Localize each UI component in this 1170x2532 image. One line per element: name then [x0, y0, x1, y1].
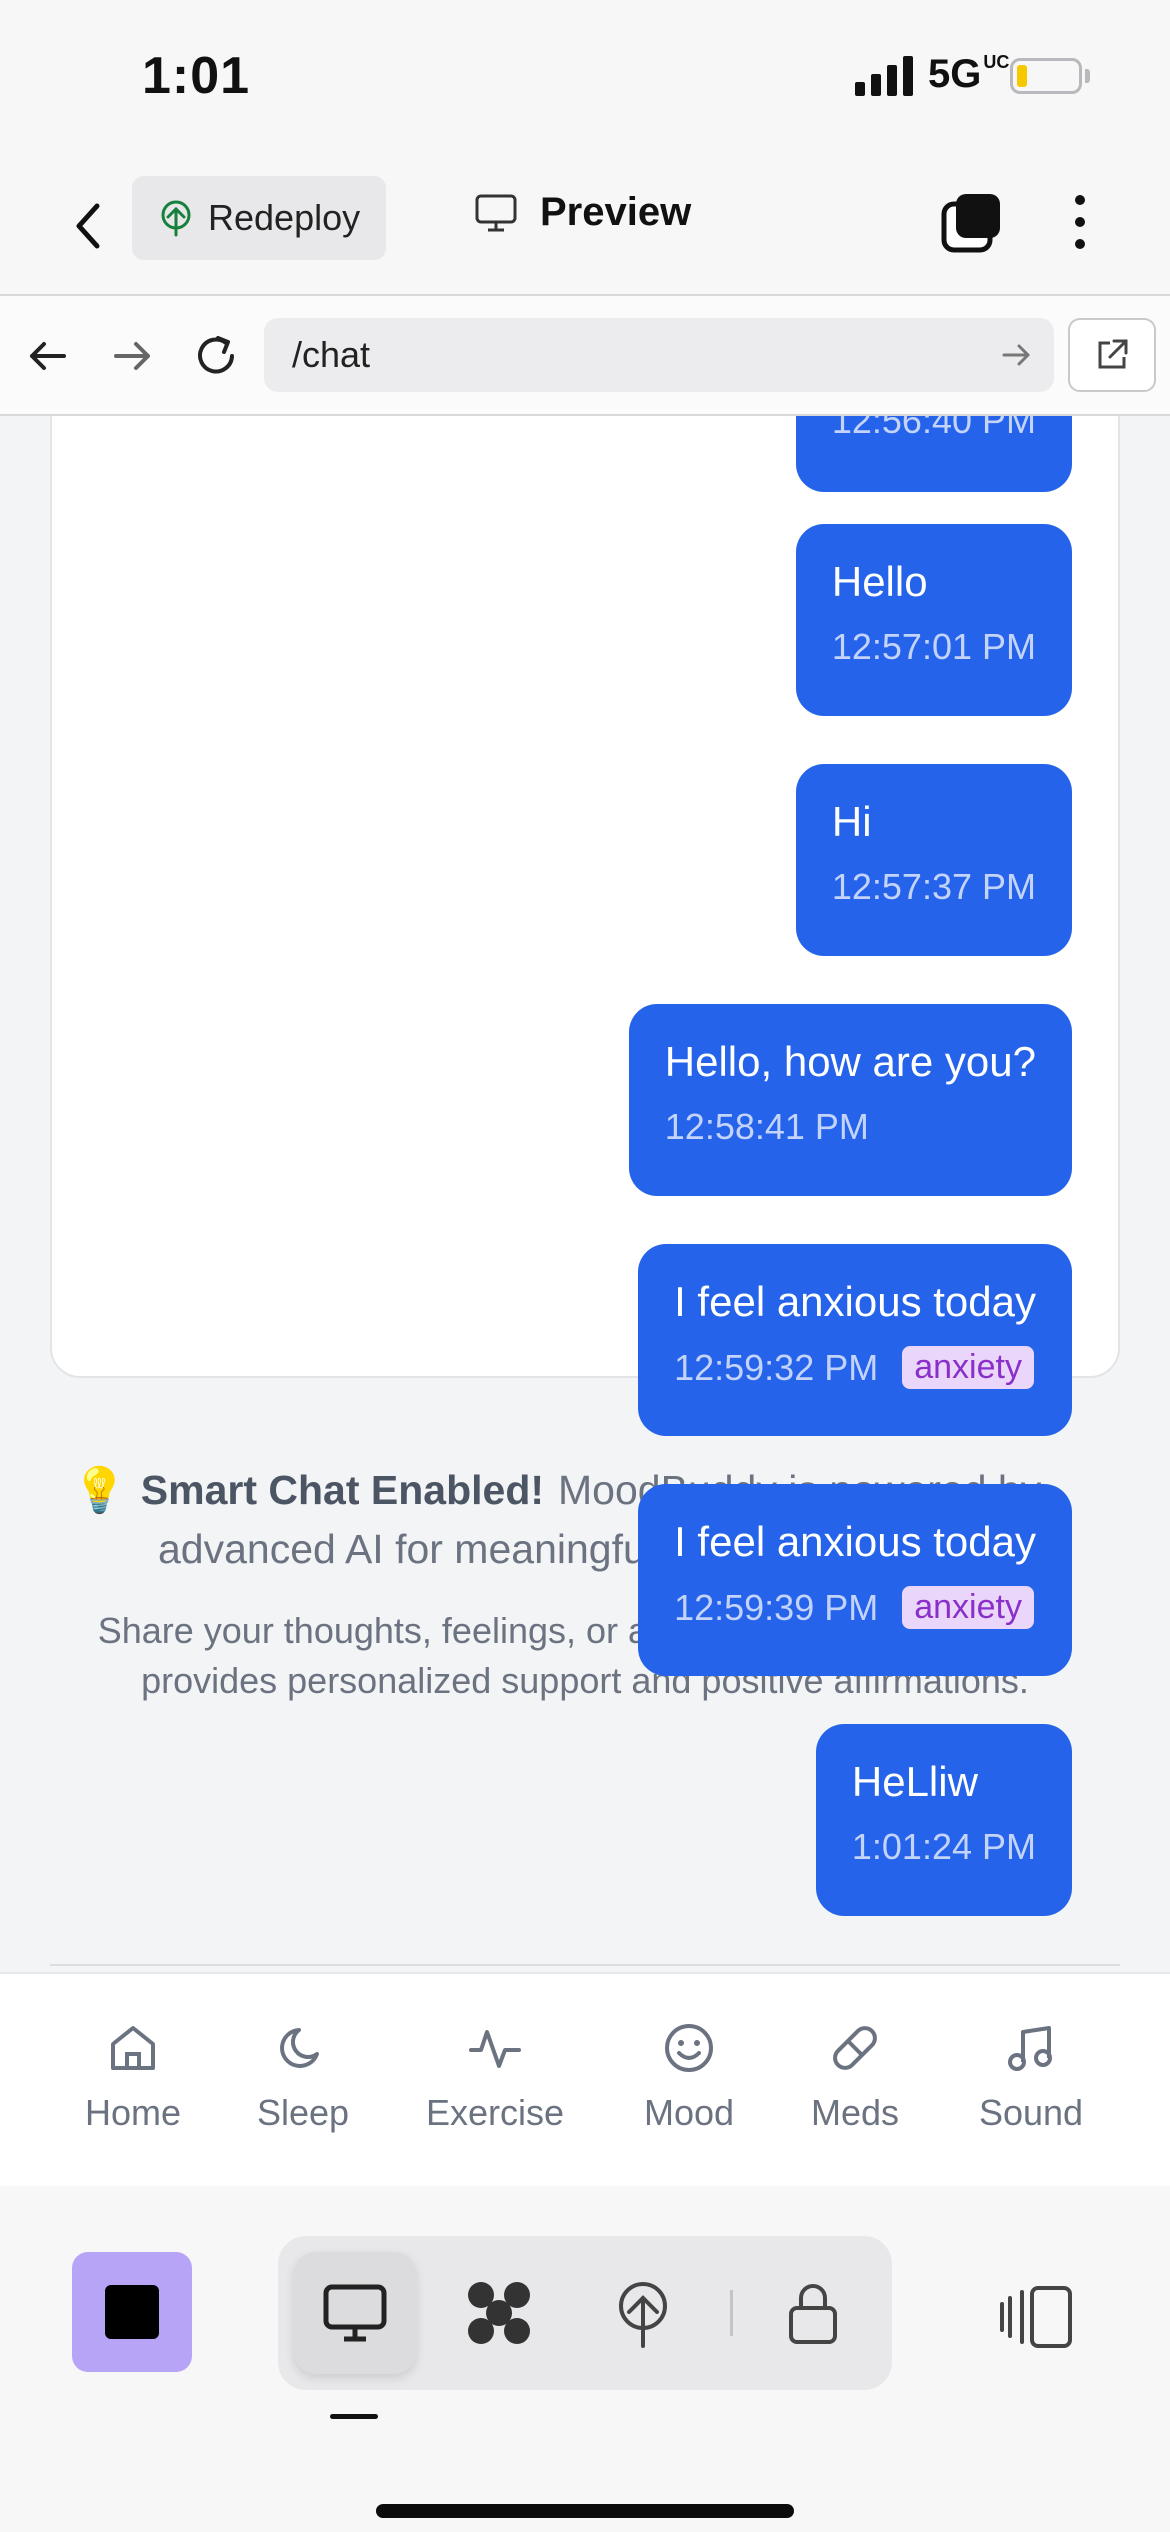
chat-bubble: HeLliw 1:01:24 PM — [815, 1724, 1072, 1916]
reload-icon[interactable] — [190, 330, 242, 382]
components-mode-button[interactable] — [438, 2252, 560, 2374]
lightbulb-icon: 💡 — [72, 1466, 127, 1515]
open-external-button[interactable] — [1068, 318, 1156, 392]
stop-button[interactable] — [72, 2252, 192, 2372]
arrow-right-icon[interactable] — [106, 330, 158, 382]
redeploy-label: Redeploy — [208, 197, 361, 238]
monitor-icon — [475, 194, 517, 231]
external-link-icon — [1098, 339, 1128, 369]
moon-icon — [280, 2028, 319, 2068]
redeploy-button[interactable]: Redeploy — [132, 176, 386, 260]
chat-bubble: Hello 12:57:01 PM — [795, 524, 1072, 716]
monitor-icon — [323, 2284, 387, 2342]
tabs-icon[interactable] — [940, 190, 1004, 254]
deploy-icon — [161, 200, 191, 237]
arrow-left-icon[interactable] — [22, 330, 74, 382]
nav-sound[interactable]: Sound — [946, 2018, 1116, 2134]
chat-bubble: Hello, how are you? 12:58:41 PM — [628, 1004, 1072, 1196]
lock-button[interactable] — [752, 2252, 874, 2374]
deploy-mode-button[interactable] — [582, 2252, 704, 2374]
browser-url-bar: /chat — [0, 296, 1170, 416]
battery-tip — [1085, 69, 1090, 83]
active-mode-indicator — [330, 2414, 378, 2419]
smart-chat-title: Smart Chat Enabled! — [140, 1466, 545, 1513]
nav-home[interactable]: Home — [48, 2018, 218, 2134]
message-text: Hello, how are you? — [664, 1038, 1036, 1085]
chat-bubble: I feel anxious today 12:59:32 PM anxiety — [638, 1244, 1072, 1436]
status-time: 1:01 — [142, 47, 251, 105]
stop-icon — [105, 2285, 159, 2339]
deploy-icon — [619, 2282, 667, 2348]
go-arrow-icon[interactable] — [998, 337, 1034, 373]
message-time: 12:57:37 PM — [831, 866, 1036, 907]
message-time: 12:56:40 PM — [831, 416, 1036, 441]
activity-icon — [469, 2030, 521, 2068]
top-bar: Redeploy Preview — [0, 160, 1170, 296]
home-indicator — [376, 2504, 794, 2518]
emotion-tag: anxiety — [902, 1346, 1034, 1389]
message-time: 12:58:41 PM — [664, 1106, 869, 1147]
more-vertical-icon[interactable] — [1064, 190, 1096, 254]
message-time: 1:01:24 PM — [851, 1826, 1036, 1867]
nav-label: Meds — [810, 2092, 900, 2133]
pill-icon — [833, 2026, 877, 2070]
lock-icon — [789, 2284, 837, 2344]
separator — [730, 2290, 733, 2336]
url-input[interactable]: /chat — [264, 318, 1054, 392]
nav-label: Sleep — [256, 2092, 350, 2133]
chat-page: 12:56:40 PM Hello 12:57:01 PM Hi 12:57:3… — [0, 416, 1170, 1972]
music-icon — [1008, 2026, 1052, 2071]
nav-label: Sound — [978, 2092, 1084, 2133]
preview-label: Preview — [540, 190, 692, 234]
message-text: I feel anxious today — [674, 1278, 1036, 1325]
view-mode-group — [278, 2236, 892, 2390]
status-bar: 1:01 5G UC — [0, 0, 1170, 160]
grid-blob-icon — [468, 2282, 530, 2344]
nav-sleep[interactable]: Sleep — [218, 2018, 388, 2134]
back-button[interactable] — [60, 194, 116, 258]
app-toolbar — [0, 2186, 1170, 2532]
preview-mode-button[interactable] — [294, 2252, 416, 2374]
home-icon — [111, 2026, 155, 2070]
nav-label: Home — [84, 2092, 182, 2133]
message-text: Hi — [831, 798, 872, 845]
nav-exercise[interactable]: Exercise — [410, 2018, 580, 2134]
url-text: /chat — [292, 334, 371, 375]
signal-icon — [855, 56, 913, 96]
message-text: I feel anxious today — [674, 1518, 1036, 1565]
chat-bubble-partial: 12:56:40 PM — [795, 416, 1072, 492]
message-time: 12:59:39 PM — [674, 1586, 879, 1628]
divider — [50, 1964, 1120, 1966]
nav-meds[interactable]: Meds — [770, 2018, 940, 2134]
network-indicator: 5G UC — [928, 52, 1010, 96]
nav-label: Mood — [643, 2092, 735, 2133]
message-time: 12:59:32 PM — [674, 1346, 879, 1388]
nav-label: Exercise — [425, 2092, 565, 2133]
message-time: 12:57:01 PM — [831, 626, 1036, 667]
chat-bubble: Hi 12:57:37 PM — [795, 764, 1072, 956]
chat-bubble: I feel anxious today 12:59:39 PM anxiety — [638, 1484, 1072, 1676]
nav-mood[interactable]: Mood — [604, 2018, 774, 2134]
split-view-icon[interactable] — [998, 2282, 1078, 2352]
message-text: HeLliw — [851, 1758, 978, 1805]
bottom-nav: Home Sleep Exercise Mood Meds Sound — [0, 1972, 1170, 2186]
message-text: Hello — [831, 558, 928, 605]
preview-title[interactable]: Preview — [474, 190, 691, 235]
emotion-tag: anxiety — [902, 1586, 1034, 1629]
chevron-left-icon — [76, 203, 100, 249]
battery-icon — [1010, 58, 1082, 94]
smile-icon — [665, 2024, 713, 2072]
